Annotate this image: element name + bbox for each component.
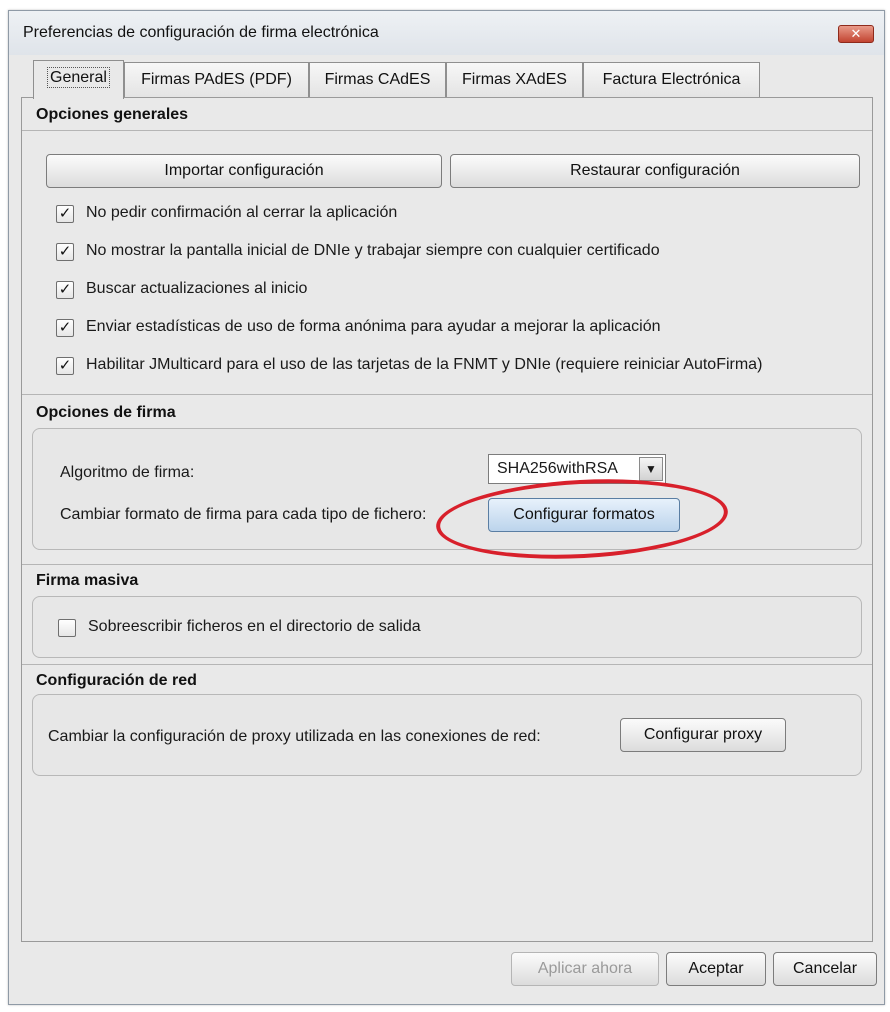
option-no-confirm-close-label: No pedir confirmación al cerrar la aplic… bbox=[86, 204, 398, 221]
option-jmulticard-label: Habilitar JMulticard para el uso de las … bbox=[86, 356, 763, 373]
tab-factura[interactable]: Factura Electrónica bbox=[583, 62, 760, 98]
tab-xades-label: Firmas XAdES bbox=[462, 71, 567, 88]
bulk-signing-title: Firma masiva bbox=[36, 572, 139, 589]
dropdown-arrow-icon[interactable]: ▼ bbox=[639, 457, 663, 481]
tab-general-label: General bbox=[47, 67, 110, 88]
cancel-button[interactable]: Cancelar bbox=[773, 952, 877, 986]
checkbox-no-dnie-screen[interactable]: ✓ bbox=[56, 243, 74, 261]
general-options-divider bbox=[22, 130, 872, 131]
title-bar[interactable]: Preferencias de configuración de firma e… bbox=[9, 11, 884, 55]
proxy-label: Cambiar la configuración de proxy utiliz… bbox=[48, 728, 541, 745]
tab-pades[interactable]: Firmas PAdES (PDF) bbox=[124, 62, 309, 98]
checkbox-check-updates[interactable]: ✓ bbox=[56, 281, 74, 299]
configure-proxy-button[interactable]: Configurar proxy bbox=[620, 718, 786, 752]
network-config-title: Configuración de red bbox=[36, 672, 197, 689]
checkbox-overwrite-files[interactable] bbox=[58, 619, 76, 637]
accept-button[interactable]: Aceptar bbox=[666, 952, 766, 986]
option-overwrite-files-label: Sobreescribir ficheros en el directorio … bbox=[88, 618, 421, 635]
option-send-stats-label: Enviar estadísticas de uso de forma anón… bbox=[86, 318, 661, 335]
preferences-dialog: Preferencias de configuración de firma e… bbox=[8, 10, 885, 1005]
checkbox-no-confirm-close[interactable]: ✓ bbox=[56, 205, 74, 223]
tab-xades[interactable]: Firmas XAdES bbox=[446, 62, 583, 98]
option-check-updates-label: Buscar actualizaciones al inicio bbox=[86, 280, 308, 297]
checkbox-jmulticard[interactable]: ✓ bbox=[56, 357, 74, 375]
option-no-dnie-screen-label: No mostrar la pantalla inicial de DNIe y… bbox=[86, 242, 660, 259]
algorithm-select[interactable]: SHA256withRSA ▼ bbox=[488, 454, 666, 484]
apply-now-button[interactable]: Aplicar ahora bbox=[511, 952, 659, 986]
signature-top-divider bbox=[22, 394, 872, 395]
restore-config-button[interactable]: Restaurar configuración bbox=[450, 154, 860, 188]
general-tab-panel: Opciones generales Importar configuració… bbox=[21, 97, 873, 942]
checkbox-send-stats[interactable]: ✓ bbox=[56, 319, 74, 337]
tab-cades-label: Firmas CAdES bbox=[324, 71, 431, 88]
signature-options-title: Opciones de firma bbox=[36, 404, 176, 421]
general-options-title: Opciones generales bbox=[36, 106, 189, 123]
tab-cades[interactable]: Firmas CAdES bbox=[309, 62, 446, 98]
signature-options-group bbox=[32, 428, 862, 550]
algorithm-select-value: SHA256withRSA bbox=[497, 460, 618, 477]
window-title: Preferencias de configuración de firma e… bbox=[23, 24, 379, 41]
algorithm-label: Algoritmo de firma: bbox=[60, 464, 195, 481]
bulk-top-divider bbox=[22, 564, 872, 565]
import-config-button[interactable]: Importar configuración bbox=[46, 154, 442, 188]
tab-general[interactable]: General bbox=[33, 60, 124, 99]
tab-pades-label: Firmas PAdES (PDF) bbox=[141, 71, 292, 88]
tab-factura-label: Factura Electrónica bbox=[602, 71, 741, 88]
network-top-divider bbox=[22, 664, 872, 665]
close-button[interactable]: ✕ bbox=[838, 25, 874, 43]
configure-formats-button[interactable]: Configurar formatos bbox=[488, 498, 680, 532]
format-label: Cambiar formato de firma para cada tipo … bbox=[60, 506, 427, 523]
